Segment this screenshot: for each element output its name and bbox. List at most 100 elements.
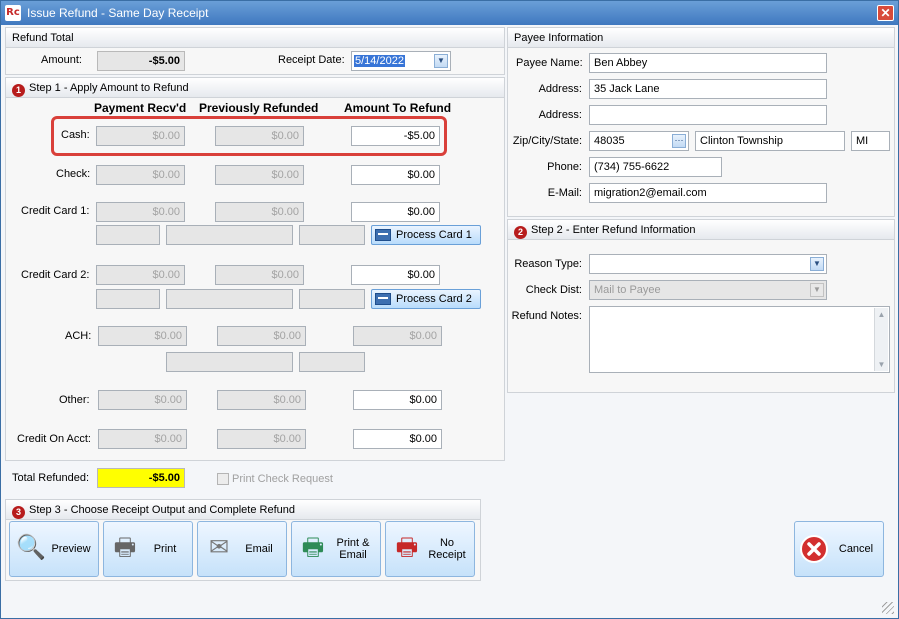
credit-on-acct-refund-input[interactable]: $0.00: [353, 429, 442, 449]
email-label: Email: [245, 543, 273, 555]
ach-label: ACH:: [65, 330, 92, 342]
chevron-down-icon[interactable]: ▼: [434, 54, 448, 68]
cc2-card-exp: [299, 289, 365, 309]
printer-icon: 🖶: [113, 534, 137, 561]
process-card-1-button[interactable]: Process Card 1: [371, 225, 481, 245]
email-button[interactable]: ✉ Email: [197, 521, 287, 577]
col-header-received: Payment Recv'd: [94, 101, 187, 115]
no-receipt-label: No Receipt: [428, 537, 466, 561]
print-and-email-button[interactable]: 🖶 Print & Email: [291, 521, 381, 577]
other-received: $0.00: [98, 390, 187, 410]
address2-label: Address:: [538, 109, 582, 121]
print-and-email-label: Print & Email: [336, 537, 370, 561]
notes-scrollbar[interactable]: ▲ ▼: [874, 308, 888, 371]
payee-name-label: Payee Name:: [516, 57, 583, 69]
check-label: Check:: [56, 168, 91, 180]
process-card-2-label: Process Card 2: [396, 293, 472, 305]
phone-label: Phone:: [547, 161, 582, 173]
scroll-down-icon[interactable]: ▼: [875, 358, 888, 371]
cc2-card-number: [166, 289, 293, 309]
step2-number-icon: 2: [514, 226, 527, 239]
reason-type-select[interactable]: ▼: [589, 254, 827, 274]
step2-header: 2 Step 2 - Enter Refund Information: [508, 220, 894, 240]
window-title: Issue Refund - Same Day Receipt: [27, 6, 209, 20]
cash-refund-input[interactable]: -$5.00: [351, 126, 440, 146]
receipt-date-field[interactable]: 5/14/2022 ▼: [351, 51, 451, 71]
check-dist-select: Mail to Payee ▼: [589, 280, 827, 300]
cancel-label: Cancel: [838, 543, 874, 555]
chevron-down-icon: ▼: [810, 283, 824, 297]
check-dist-label: Check Dist:: [525, 284, 582, 296]
payee-header: Payee Information: [508, 28, 894, 48]
no-receipt-button[interactable]: 🖶 No Receipt: [385, 521, 475, 577]
issue-refund-window: Rc Issue Refund - Same Day Receipt ✕ Ref…: [0, 0, 899, 619]
ach-account: [299, 352, 365, 372]
credit-on-acct-received: $0.00: [98, 429, 187, 449]
envelope-icon: ✉: [208, 534, 230, 561]
cc2-card-type: [96, 289, 160, 309]
print-check-request-label: Print Check Request: [232, 473, 333, 485]
check-refund-input[interactable]: $0.00: [351, 165, 440, 185]
app-logo-icon: Rc: [5, 5, 21, 21]
other-refund-input[interactable]: $0.00: [353, 390, 442, 410]
other-prev-refunded: $0.00: [217, 390, 306, 410]
resize-grip-icon[interactable]: [882, 602, 894, 614]
amount-value: -$5.00: [97, 51, 185, 71]
total-refunded-value: -$5.00: [97, 468, 185, 488]
cc2-prev-refunded: $0.00: [215, 265, 304, 285]
state-input[interactable]: MI: [851, 131, 890, 151]
print-check-request-checkbox[interactable]: [217, 473, 229, 485]
printer-cancel-icon: 🖶: [395, 534, 419, 561]
zip-input[interactable]: 48035 ⋯: [589, 131, 689, 151]
process-card-1-label: Process Card 1: [396, 229, 472, 241]
phone-input[interactable]: (734) 755-6622: [589, 157, 722, 177]
magnifier-icon: 🔍: [16, 534, 46, 561]
cash-label: Cash:: [61, 129, 90, 141]
check-dist-value: Mail to Payee: [594, 284, 661, 296]
step2-title: Step 2 - Enter Refund Information: [531, 224, 696, 236]
city-input[interactable]: Clinton Township: [695, 131, 845, 151]
preview-label: Preview: [51, 543, 91, 555]
cc2-received: $0.00: [96, 265, 185, 285]
cc1-card-number: [166, 225, 293, 245]
zip-value: 48035: [594, 135, 625, 147]
cc1-card-exp: [299, 225, 365, 245]
print-button[interactable]: 🖶 Print: [103, 521, 193, 577]
col-header-amount-to-refund: Amount To Refund: [344, 101, 452, 115]
receipt-date-label: Receipt Date:: [278, 54, 345, 66]
cc1-label: Credit Card 1:: [21, 205, 90, 217]
other-label: Other:: [59, 394, 90, 406]
lookup-ellipsis-icon[interactable]: ⋯: [672, 134, 686, 148]
cc1-card-type: [96, 225, 160, 245]
cancel-button[interactable]: Cancel: [794, 521, 884, 577]
step1-number-icon: 1: [12, 84, 25, 97]
step3-header: 3 Step 3 - Choose Receipt Output and Comp…: [6, 500, 480, 520]
scroll-up-icon[interactable]: ▲: [875, 308, 888, 321]
preview-button[interactable]: 🔍 Preview: [9, 521, 99, 577]
ach-prev-refunded: $0.00: [217, 326, 306, 346]
check-prev-refunded: $0.00: [215, 165, 304, 185]
address1-input[interactable]: 35 Jack Lane: [589, 79, 827, 99]
cash-prev-refunded: $0.00: [215, 126, 304, 146]
cc2-refund-input[interactable]: $0.00: [351, 265, 440, 285]
close-button[interactable]: ✕: [877, 5, 894, 21]
refund-notes-textarea[interactable]: ▲ ▼: [589, 306, 890, 373]
ach-refund: $0.00: [353, 326, 442, 346]
refund-total-header: Refund Total: [6, 28, 504, 48]
email-input[interactable]: migration2@email.com: [589, 183, 827, 203]
credit-on-acct-prev-refunded: $0.00: [217, 429, 306, 449]
cc1-refund-input[interactable]: $0.00: [351, 202, 440, 222]
address2-input[interactable]: [589, 105, 827, 125]
chevron-down-icon[interactable]: ▼: [810, 257, 824, 271]
cash-received: $0.00: [96, 126, 185, 146]
payee-name-input[interactable]: Ben Abbey: [589, 53, 827, 73]
title-bar: Rc Issue Refund - Same Day Receipt ✕: [1, 1, 898, 25]
printer-globe-icon: 🖶: [301, 534, 325, 561]
col-header-prev-refunded: Previously Refunded: [199, 101, 319, 115]
step1-title: Step 1 - Apply Amount to Refund: [29, 82, 189, 94]
process-card-2-button[interactable]: Process Card 2: [371, 289, 481, 309]
step3-title: Step 3 - Choose Receipt Output and Compl…: [29, 504, 295, 516]
amount-label: Amount:: [41, 54, 82, 66]
zip-city-state-label: Zip/City/State:: [512, 135, 582, 147]
credit-card-icon: [375, 229, 391, 241]
